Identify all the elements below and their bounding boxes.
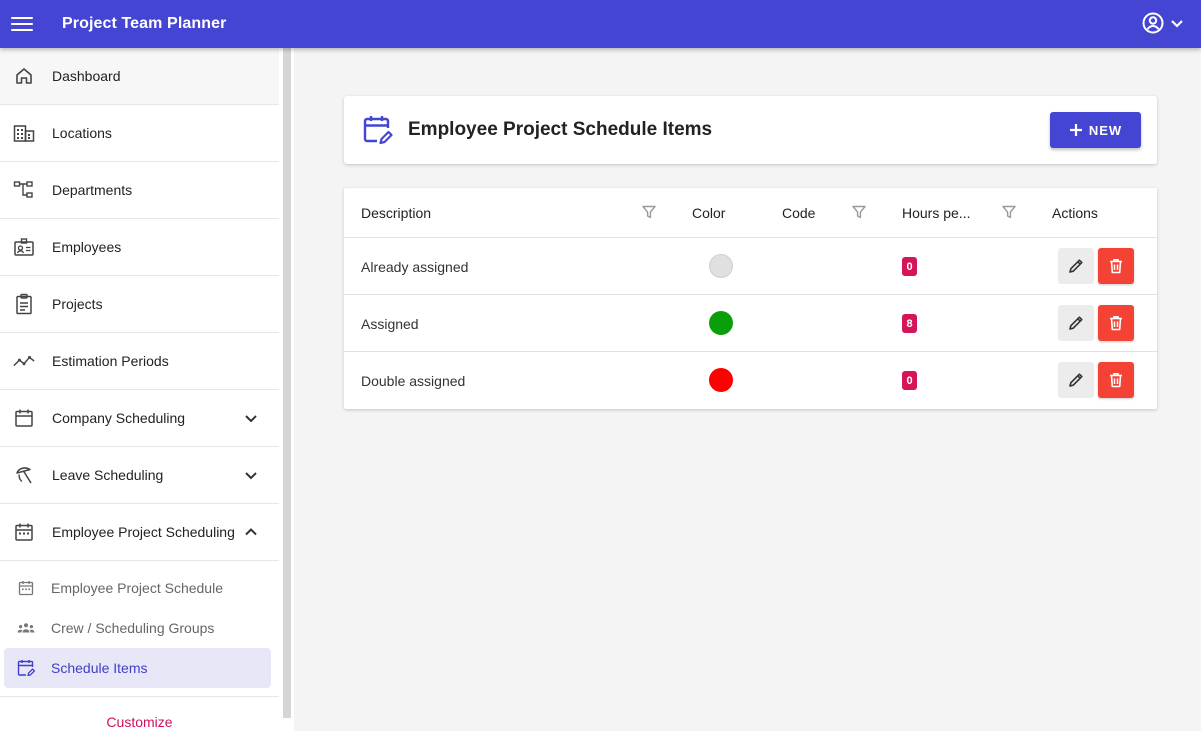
calendar-edit-icon [17,659,35,677]
sidebar-item-leave-scheduling[interactable]: Leave Scheduling [0,447,279,504]
sidebar-divider [0,696,279,697]
sidebar-subitem-crew-scheduling-groups[interactable]: Crew / Scheduling Groups [4,608,271,648]
hamburger-menu-icon[interactable] [11,15,33,33]
home-icon [13,65,35,87]
pencil-icon [1069,316,1083,330]
sidebar-item-label: Crew / Scheduling Groups [51,620,215,636]
schedule-items-table: Description Color Code Hours pe... Actio… [344,188,1157,409]
sidebar-item-label: Company Scheduling [52,410,186,426]
sidebar-item-label: Dashboard [52,68,121,84]
calendar-icon [13,407,35,429]
chevron-down-icon [1171,20,1183,28]
delete-button[interactable] [1098,248,1134,284]
edit-button[interactable] [1058,362,1094,398]
page-header-card: Employee Project Schedule Items NEW [344,96,1157,164]
org-chart-icon [13,179,35,201]
sidebar-subitem-schedule-items[interactable]: Schedule Items [4,648,271,688]
account-circle-icon [1142,12,1164,34]
color-swatch [709,254,733,278]
filter-icon[interactable] [851,204,867,220]
color-swatch [709,368,733,392]
pencil-icon [1069,373,1083,387]
sidebar-item-label: Employee Project Scheduling [52,524,235,540]
hours-badge: 8 [902,314,917,333]
building-icon [13,122,35,144]
column-header-actions: Actions [1052,204,1098,221]
cell-description: Already assigned [361,258,469,275]
plus-icon [1069,124,1082,136]
beach-umbrella-icon [13,464,35,486]
pencil-icon [1069,259,1083,273]
sidebar-item-projects[interactable]: Projects [0,276,279,333]
cell-description: Double assigned [361,372,466,389]
sidebar-item-label: Employees [52,239,122,255]
table-row[interactable]: Double assigned 0 [344,352,1157,409]
hours-badge: 0 [902,257,917,276]
sidebar-item-company-scheduling[interactable]: Company Scheduling [0,390,279,447]
chevron-up-icon[interactable] [243,524,259,540]
sidebar-item-label: Locations [52,125,112,141]
app-title: Project Team Planner [62,15,227,32]
id-card-icon [13,236,35,258]
color-swatch [709,311,733,335]
group-icon [17,619,35,637]
trash-icon [1110,259,1122,274]
sidebar-item-label: Leave Scheduling [52,467,164,483]
filter-icon[interactable] [641,204,657,220]
filter-icon[interactable] [1001,204,1017,220]
calendar-icon [13,521,35,543]
trash-icon [1110,316,1122,331]
edit-button[interactable] [1058,248,1094,284]
sidebar-item-label: Employee Project Schedule [51,580,223,596]
top-app-bar: Project Team Planner [0,0,1201,48]
sidebar-item-locations[interactable]: Locations [0,105,279,162]
column-header-hours[interactable]: Hours pe... [902,188,970,237]
sidebar-item-label: Schedule Items [51,660,148,676]
sidebar-item-dashboard[interactable]: Dashboard [0,48,279,105]
column-header-code[interactable]: Code [782,188,815,237]
delete-button[interactable] [1098,362,1134,398]
hours-badge: 0 [902,371,917,390]
table-row[interactable]: Assigned 8 [344,295,1157,352]
new-button[interactable]: NEW [1050,112,1141,148]
page-title: Employee Project Schedule Items [408,119,713,140]
sidebar-subitem-employee-project-schedule[interactable]: Employee Project Schedule [4,568,271,608]
sidebar-scrollbar[interactable] [283,48,291,718]
calendar-icon [17,579,35,597]
calendar-edit-icon [363,116,393,145]
column-header-description[interactable]: Description [361,188,431,237]
sidebar-item-label: Projects [52,296,103,312]
table-row[interactable]: Already assigned 0 [344,238,1157,295]
sidebar-item-departments[interactable]: Departments [0,162,279,219]
sidebar-item-label: Departments [52,182,133,198]
edit-button[interactable] [1058,305,1094,341]
column-header-color[interactable]: Color [692,188,725,237]
cell-description: Assigned [361,315,419,332]
chevron-down-icon[interactable] [243,467,259,483]
customize-link[interactable]: Customize [0,714,279,730]
trash-icon [1110,373,1122,388]
sidebar: Dashboard Locations Departments Employee… [0,48,294,731]
sidebar-item-employee-project-scheduling[interactable]: Employee Project Scheduling [0,504,279,561]
delete-button[interactable] [1098,305,1134,341]
chevron-down-icon[interactable] [243,410,259,426]
sidebar-item-estimation-periods[interactable]: Estimation Periods [0,333,279,390]
sidebar-item-label: Estimation Periods [52,353,169,369]
new-button-label: NEW [1088,122,1123,138]
trend-line-icon [13,350,35,372]
sidebar-item-employees[interactable]: Employees [0,219,279,276]
account-menu-button[interactable] [1141,11,1185,35]
clipboard-icon [13,293,35,315]
